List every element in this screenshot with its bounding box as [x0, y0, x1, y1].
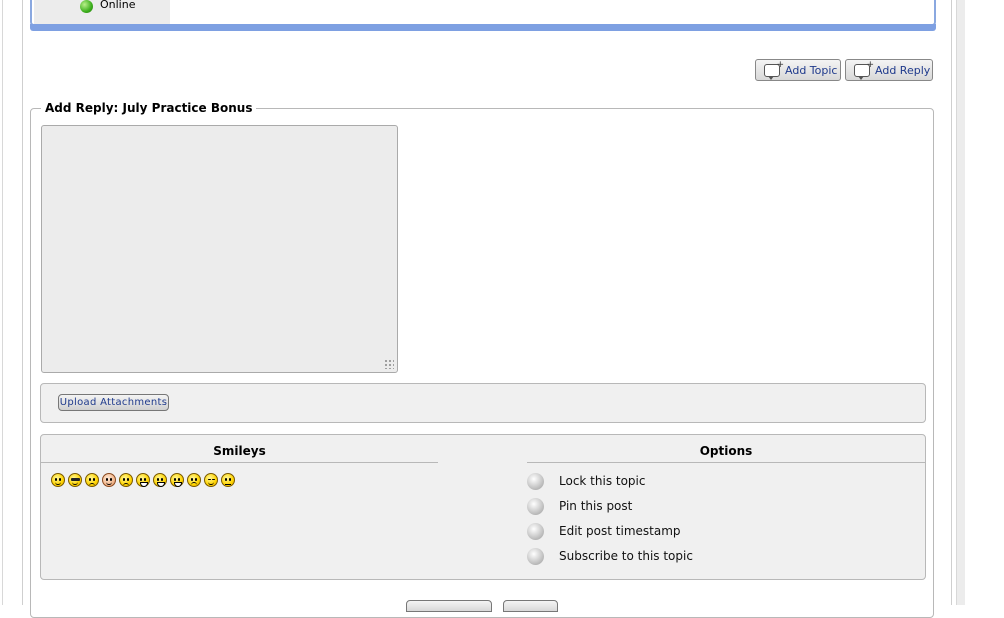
grin-icon[interactable]: [136, 473, 150, 487]
attachments-panel: [40, 383, 926, 423]
add-topic-button[interactable]: + Add Topic: [755, 59, 841, 81]
preview-button[interactable]: [503, 600, 558, 612]
pale-icon[interactable]: [102, 473, 116, 487]
reply-form-title: Add Reply: July Practice Bonus: [41, 101, 257, 115]
sad-icon[interactable]: [85, 473, 99, 487]
add-reply-label: Add Reply: [875, 64, 931, 77]
post-bottom-bar: [30, 24, 936, 31]
online-status-text: Online: [100, 0, 136, 11]
pin-post-toggle[interactable]: [527, 498, 544, 515]
resize-grip-icon[interactable]: [384, 359, 394, 369]
wink-icon[interactable]: [204, 473, 218, 487]
options-heading: Options: [527, 444, 925, 463]
submit-reply-button[interactable]: [406, 600, 492, 612]
page-left-border: [2, 0, 3, 605]
frown-icon[interactable]: [187, 473, 201, 487]
subscribe-topic-toggle[interactable]: [527, 548, 544, 565]
add-reply-button[interactable]: + Add Reply: [845, 59, 933, 81]
reply-text-editor[interactable]: [41, 125, 398, 373]
option-label: Edit post timestamp: [559, 524, 681, 538]
previous-post-footer: Online: [30, 0, 936, 26]
page-scroll-gutter: [956, 0, 965, 605]
online-status-icon: [80, 0, 93, 13]
add-topic-icon: +: [764, 61, 784, 80]
option-label: Subscribe to this topic: [559, 549, 693, 563]
post-user-cell: Online: [34, 0, 170, 24]
big-smile-icon[interactable]: [170, 473, 184, 487]
cool-icon[interactable]: [68, 473, 82, 487]
option-label: Pin this post: [559, 499, 633, 513]
upload-attachments-button[interactable]: Upload Attachments: [58, 394, 169, 411]
add-reply-icon: +: [854, 61, 874, 80]
add-topic-label: Add Topic: [785, 64, 838, 77]
lock-topic-toggle[interactable]: [527, 473, 544, 490]
smile-icon[interactable]: [51, 473, 65, 487]
flat-face-icon[interactable]: [221, 473, 235, 487]
confused-icon[interactable]: [119, 473, 133, 487]
option-label: Lock this topic: [559, 474, 646, 488]
edit-timestamp-toggle[interactable]: [527, 523, 544, 540]
smileys-heading: Smileys: [41, 444, 438, 463]
laugh-icon[interactable]: [153, 473, 167, 487]
